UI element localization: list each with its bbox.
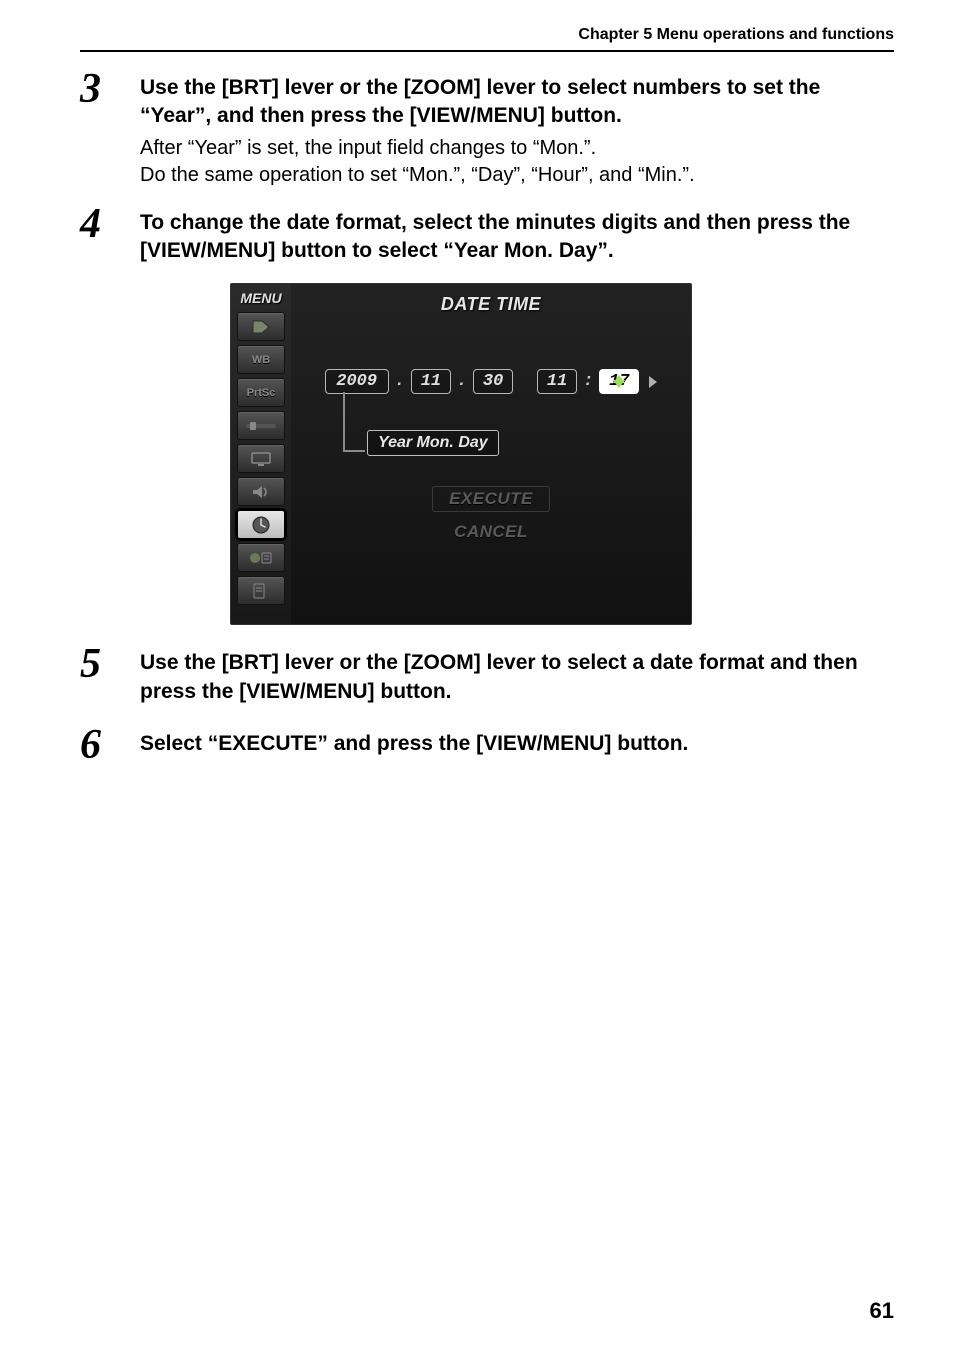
date-minute-field[interactable]: 17 — [599, 369, 639, 394]
step-title: Use the [BRT] lever or the [ZOOM] lever … — [140, 74, 894, 131]
sidebar-globe-doc-icon[interactable] — [237, 543, 285, 572]
menu-main: DATE TIME 2009 . 11 . 30 11 : 17 — [291, 284, 691, 624]
date-format-label: Year Mon. Day — [367, 430, 499, 456]
step-number: 5 — [80, 643, 140, 685]
sidebar-clock-icon[interactable] — [237, 510, 285, 539]
menu-sidebar-label: MENU — [240, 290, 281, 306]
step-number: 4 — [80, 203, 140, 245]
page: Chapter 5 Menu operations and functions … — [0, 0, 954, 1352]
step-4: 4 To change the date format, select the … — [80, 203, 894, 270]
sidebar-speaker-icon[interactable] — [237, 477, 285, 506]
menu-sidebar: MENU WB PrtSc — [231, 284, 291, 624]
chapter-header: Chapter 5 Menu operations and functions — [80, 26, 894, 52]
sidebar-monitor-icon[interactable] — [237, 444, 285, 473]
arrow-right-icon — [649, 376, 657, 388]
date-year-field[interactable]: 2009 — [325, 369, 389, 394]
step-3: 3 Use the [BRT] lever or the [ZOOM] leve… — [80, 68, 894, 189]
time-separator: : — [583, 372, 593, 391]
step-desc-line: Do the same operation to set “Mon.”, “Da… — [140, 162, 894, 189]
step-6: 6 Select “EXECUTE” and press the [VIEW/M… — [80, 724, 894, 766]
step-number: 6 — [80, 724, 140, 766]
step-5: 5 Use the [BRT] lever or the [ZOOM] leve… — [80, 643, 894, 710]
execute-button[interactable]: EXECUTE — [432, 486, 550, 512]
sidebar-tag-icon[interactable] — [237, 312, 285, 341]
date-hour-field[interactable]: 11 — [537, 369, 577, 394]
tree-connector-line — [343, 392, 365, 452]
arrow-up-icon — [613, 356, 625, 375]
date-separator: . — [395, 372, 405, 391]
step-title: Use the [BRT] lever or the [ZOOM] lever … — [140, 649, 894, 706]
sidebar-doc-gear-icon[interactable] — [237, 576, 285, 605]
step-title: To change the date format, select the mi… — [140, 209, 894, 266]
arrow-down-icon — [613, 388, 625, 407]
date-separator: . — [457, 372, 467, 391]
menu-screen: MENU WB PrtSc — [230, 283, 692, 625]
page-number: 61 — [870, 1298, 894, 1324]
step-body: Use the [BRT] lever or the [ZOOM] lever … — [140, 68, 894, 189]
step-body: Use the [BRT] lever or the [ZOOM] lever … — [140, 643, 894, 710]
menu-title: DATE TIME — [441, 294, 541, 315]
date-format-row[interactable]: Year Mon. Day — [367, 430, 499, 456]
step-title: Select “EXECUTE” and press the [VIEW/MEN… — [140, 730, 894, 758]
step-number: 3 — [80, 68, 140, 110]
date-row: 2009 . 11 . 30 11 : 17 — [325, 369, 658, 394]
step-body: Select “EXECUTE” and press the [VIEW/MEN… — [140, 724, 894, 762]
date-day-field[interactable]: 30 — [473, 369, 513, 394]
sidebar-wb-icon[interactable]: WB — [237, 345, 285, 374]
step-desc-line: After “Year” is set, the input field cha… — [140, 135, 894, 162]
cancel-button[interactable]: CANCEL — [454, 522, 528, 542]
step-body: To change the date format, select the mi… — [140, 203, 894, 270]
sidebar-slider-icon[interactable] — [237, 411, 285, 440]
date-month-field[interactable]: 11 — [411, 369, 451, 394]
sidebar-prtsc-icon[interactable]: PrtSc — [237, 378, 285, 407]
menu-screenshot: MENU WB PrtSc — [230, 283, 894, 625]
